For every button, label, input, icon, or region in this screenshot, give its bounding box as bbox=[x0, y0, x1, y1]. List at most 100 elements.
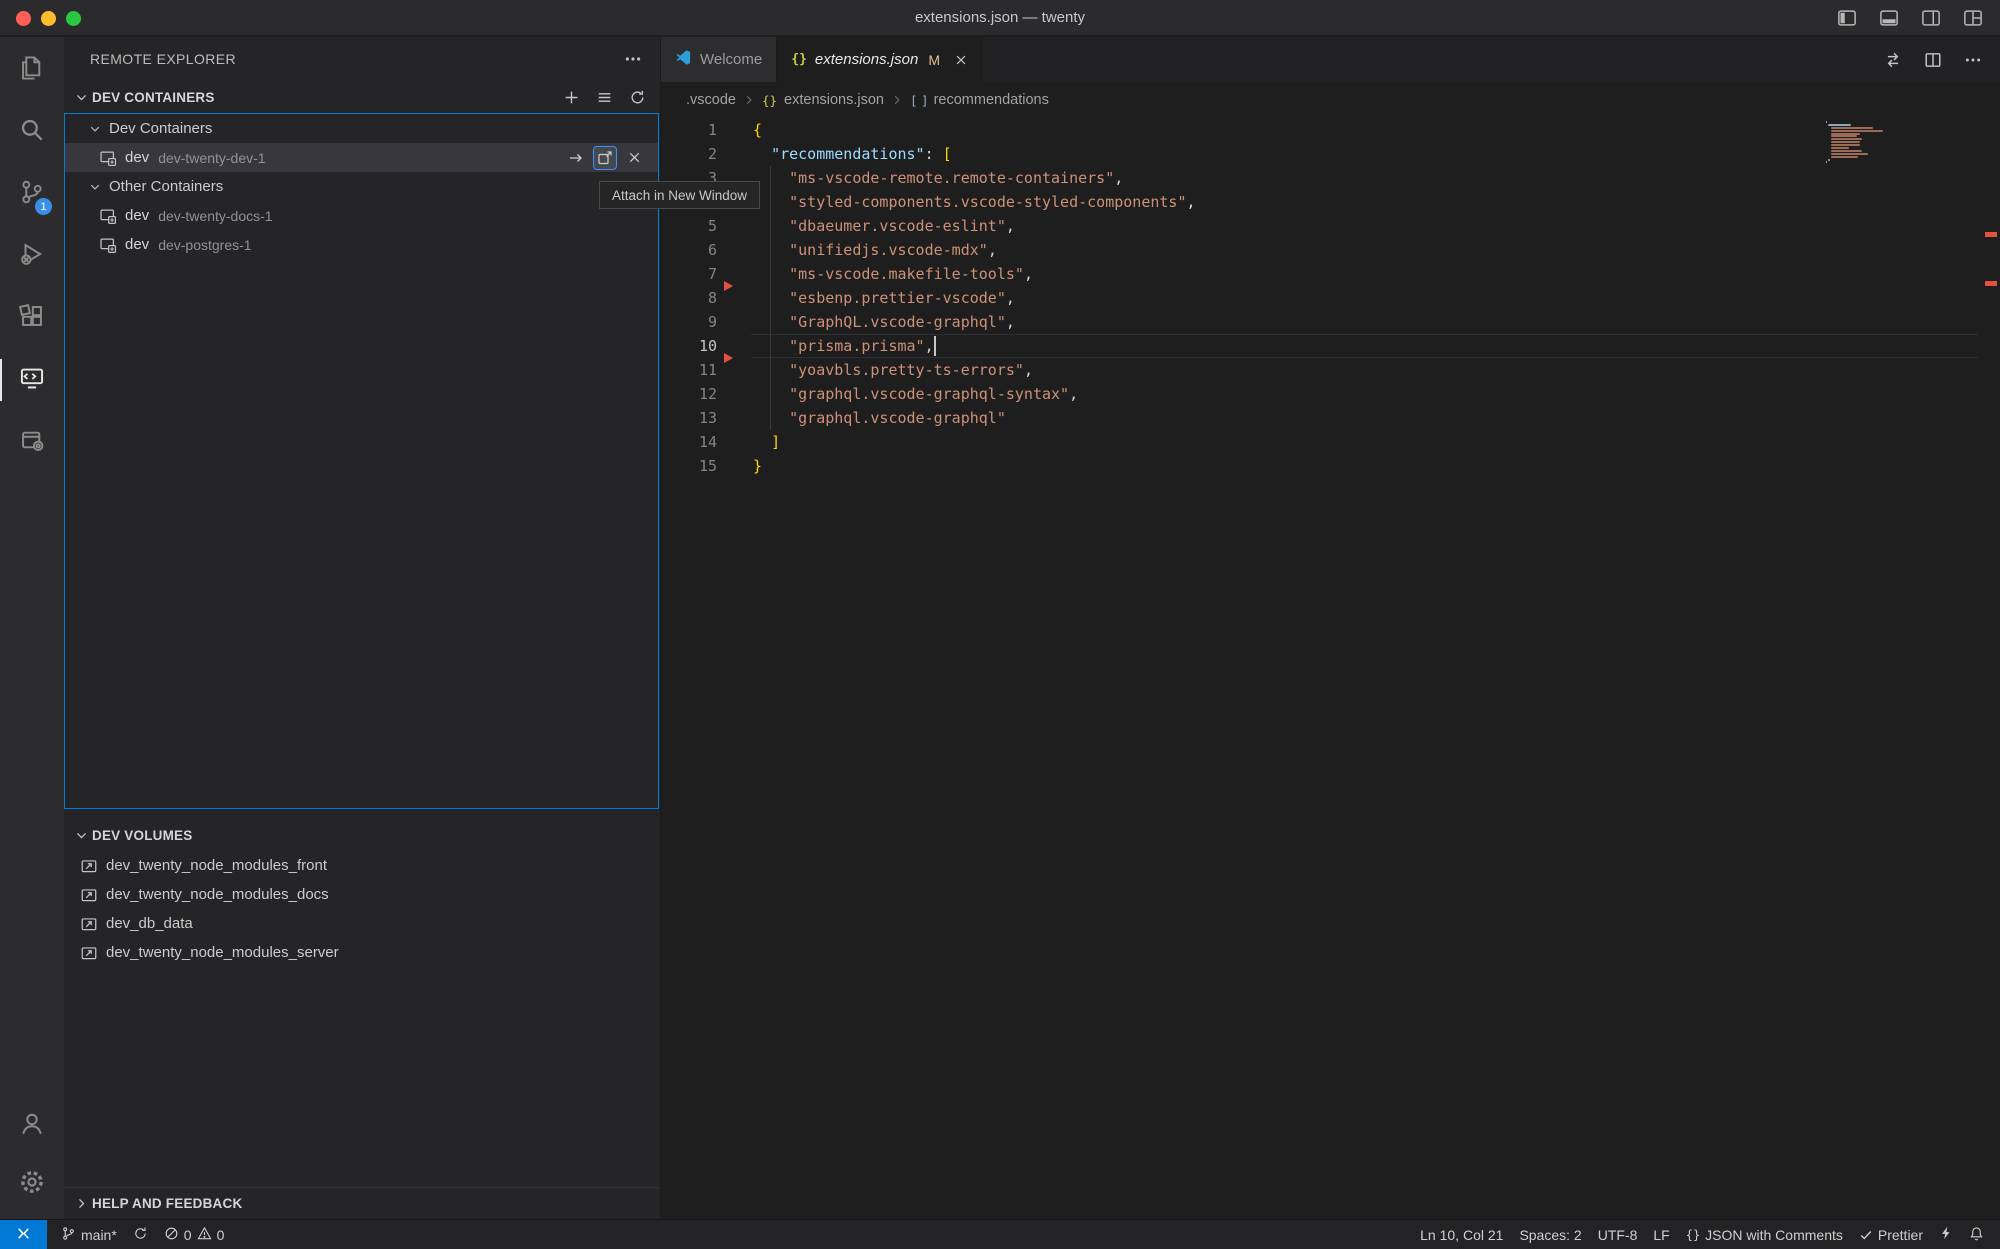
problems-status[interactable]: 0 0 bbox=[156, 1220, 233, 1249]
toggle-panel-icon[interactable] bbox=[1876, 5, 1902, 31]
breadcrumb-file[interactable]: extensions.json bbox=[784, 92, 884, 108]
customize-layout-icon[interactable] bbox=[1960, 5, 1986, 31]
container-icon bbox=[99, 149, 117, 167]
volume-name: dev_twenty_node_modules_docs bbox=[106, 886, 329, 903]
refresh-icon[interactable] bbox=[624, 84, 650, 110]
container-row[interactable]: devdev-twenty-docs-1 bbox=[65, 201, 658, 230]
language-mode-status[interactable]: {} JSON with Comments bbox=[1678, 1220, 1851, 1249]
minimize-window-button[interactable] bbox=[41, 11, 56, 26]
line-number: 7 bbox=[708, 262, 717, 286]
git-modified-badge: M bbox=[928, 52, 940, 68]
line-number: 6 bbox=[708, 238, 717, 262]
volume-row[interactable]: dev_twenty_node_modules_docs bbox=[64, 880, 659, 909]
code-editor[interactable]: 123456789101112131415 { "recommendations… bbox=[661, 118, 2000, 1219]
text-cursor bbox=[934, 336, 936, 356]
volume-icon bbox=[80, 915, 98, 933]
attach-new-window-button[interactable] bbox=[593, 146, 617, 170]
json-file-icon: {} bbox=[762, 93, 777, 108]
add-icon[interactable] bbox=[558, 84, 584, 110]
sync-changes-button[interactable] bbox=[125, 1220, 156, 1249]
section-label: DEV CONTAINERS bbox=[92, 90, 558, 105]
more-actions-icon[interactable] bbox=[620, 46, 646, 72]
sidebar-item-explorer[interactable] bbox=[0, 39, 64, 101]
git-branch-status[interactable]: main* bbox=[53, 1220, 125, 1249]
titlebar-actions bbox=[1834, 0, 1986, 36]
sidebar-item-source-control[interactable]: 1 bbox=[0, 163, 64, 225]
line-number: 13 bbox=[699, 406, 717, 430]
attach-current-window-icon[interactable] bbox=[564, 146, 588, 170]
tree-group-header[interactable]: Other Containers bbox=[65, 172, 658, 201]
formatter-status[interactable]: Prettier bbox=[1851, 1220, 1931, 1249]
sidebar-item-extensions[interactable] bbox=[0, 287, 64, 349]
eol-status[interactable]: LF bbox=[1645, 1220, 1677, 1249]
git-deleted-lines-marker[interactable] bbox=[724, 281, 733, 291]
activity-bar: 1 bbox=[0, 37, 64, 1219]
code-line: { bbox=[753, 118, 762, 142]
open-changes-icon[interactable] bbox=[1880, 47, 1906, 73]
branch-icon bbox=[61, 1226, 76, 1244]
sidebar-item-search[interactable] bbox=[0, 101, 64, 163]
tab-welcome[interactable]: Welcome bbox=[661, 37, 777, 82]
toggle-secondary-sidebar-icon[interactable] bbox=[1918, 5, 1944, 31]
remove-container-icon[interactable] bbox=[622, 146, 646, 170]
gear-icon bbox=[19, 1169, 45, 1200]
code-lines: { "recommendations": [ "ms-vscode-remote… bbox=[753, 118, 1880, 1219]
tree-group-header[interactable]: Dev Containers bbox=[65, 114, 658, 143]
close-icon[interactable] bbox=[954, 53, 968, 67]
breadcrumb-symbol[interactable]: recommendations bbox=[934, 92, 1049, 108]
feedback-button[interactable] bbox=[1931, 1220, 1961, 1249]
notifications-button[interactable] bbox=[1961, 1220, 1992, 1249]
section-dev-volumes[interactable]: DEV VOLUMES bbox=[64, 819, 659, 851]
sidebar-item-dev-containers[interactable] bbox=[0, 411, 64, 473]
remote-explorer-icon bbox=[19, 365, 45, 396]
code-line: "yoavbls.pretty-ts-errors", bbox=[753, 358, 1033, 382]
branch-name: main* bbox=[81, 1227, 117, 1243]
minimap[interactable] bbox=[1826, 121, 1892, 164]
close-window-button[interactable] bbox=[16, 11, 31, 26]
tab-bar: Welcome {} extensions.json M bbox=[661, 37, 2000, 82]
dev-containers-tree: Dev Containersdevdev-twenty-dev-1 Other C… bbox=[64, 113, 659, 809]
dev-volumes-list: dev_twenty_node_modules_front dev_twenty_… bbox=[64, 851, 659, 967]
gutter: 123456789101112131415 bbox=[661, 118, 741, 1219]
volume-name: dev_db_data bbox=[106, 915, 193, 932]
line-number: 10 bbox=[699, 334, 717, 358]
section-dev-containers[interactable]: DEV CONTAINERS bbox=[64, 81, 660, 113]
toggle-primary-sidebar-icon[interactable] bbox=[1834, 5, 1860, 31]
overview-ruler-mark bbox=[1985, 281, 1997, 286]
line-number: 5 bbox=[708, 214, 717, 238]
code-line: "dbaeumer.vscode-eslint", bbox=[753, 214, 1015, 238]
section-help-and-feedback[interactable]: HELP AND FEEDBACK bbox=[64, 1187, 659, 1219]
remote-indicator-button[interactable] bbox=[0, 1220, 47, 1249]
volume-row[interactable]: dev_twenty_node_modules_server bbox=[64, 938, 659, 967]
list-filter-icon[interactable] bbox=[591, 84, 617, 110]
container-row[interactable]: devdev-postgres-1 bbox=[65, 230, 658, 259]
chevron-right-icon bbox=[891, 94, 903, 106]
volume-row[interactable]: dev_twenty_node_modules_front bbox=[64, 851, 659, 880]
manage-button[interactable] bbox=[0, 1155, 64, 1213]
cursor-position-status[interactable]: Ln 10, Col 21 bbox=[1412, 1220, 1511, 1249]
code-line: "styled-components.vscode-styled-compone… bbox=[753, 190, 1196, 214]
sidebar-item-run-debug[interactable] bbox=[0, 225, 64, 287]
sidebar-item-remote-explorer[interactable] bbox=[0, 349, 64, 411]
volume-row[interactable]: dev_db_data bbox=[64, 909, 659, 938]
tab-extensions-json[interactable]: {} extensions.json M bbox=[777, 37, 983, 82]
encoding-status[interactable]: UTF-8 bbox=[1590, 1220, 1646, 1249]
indentation-status[interactable]: Spaces: 2 bbox=[1511, 1220, 1589, 1249]
chevron-down-icon bbox=[89, 181, 105, 193]
git-deleted-lines-marker[interactable] bbox=[724, 353, 733, 363]
error-icon bbox=[164, 1226, 179, 1244]
split-editor-icon[interactable] bbox=[1920, 47, 1946, 73]
accounts-button[interactable] bbox=[0, 1097, 64, 1155]
json-file-icon: {} bbox=[791, 52, 807, 67]
titlebar: extensions.json — twenty bbox=[0, 0, 2000, 36]
sidebar-title: REMOTE EXPLORER bbox=[90, 51, 620, 67]
search-icon bbox=[19, 117, 45, 148]
volume-icon bbox=[80, 886, 98, 904]
tree-group-label: Other Containers bbox=[109, 178, 223, 195]
check-icon bbox=[1859, 1228, 1873, 1242]
breadcrumb-folder[interactable]: .vscode bbox=[686, 92, 736, 108]
more-actions-icon[interactable] bbox=[1960, 47, 1986, 73]
symbol-array-icon: [ ] bbox=[910, 93, 927, 108]
zoom-window-button[interactable] bbox=[66, 11, 81, 26]
container-row[interactable]: devdev-twenty-dev-1 bbox=[65, 143, 658, 172]
